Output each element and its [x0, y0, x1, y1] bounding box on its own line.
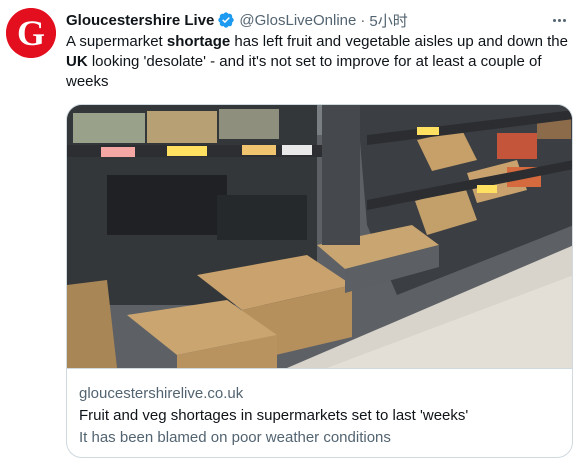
card-title[interactable]: Fruit and veg shortages in supermarkets … — [79, 407, 468, 424]
more-options-icon[interactable] — [548, 10, 570, 30]
hashtag-shortage[interactable]: shortage — [167, 33, 230, 50]
tweet-text-part: looking 'desolate' - and it's not set to… — [66, 53, 542, 90]
tweet-header: Gloucestershire Live @GlosLiveOnline · 5… — [66, 10, 408, 30]
card-domain[interactable]: gloucestershirelive.co.uk — [79, 385, 243, 402]
timestamp[interactable]: 5小时 — [369, 10, 407, 31]
card-description: It has been blamed on poor weather condi… — [79, 429, 391, 446]
gloucestershire-live-logo-icon: G — [6, 8, 56, 58]
tweet[interactable]: G Gloucestershire Live @GlosLiveOnline ·… — [0, 0, 581, 466]
tweet-text: A supermarket shortage has left fruit an… — [66, 32, 576, 92]
hashtag-uk[interactable]: UK — [66, 53, 88, 70]
link-card-info[interactable]: gloucestershirelive.co.uk Fruit and veg … — [67, 368, 572, 457]
tweet-text-part: has left fruit and vegetable aisles up a… — [230, 33, 568, 50]
separator-dot: · — [360, 11, 366, 29]
user-handle[interactable]: @GlosLiveOnline — [239, 12, 356, 29]
avatar-letter: G — [17, 13, 45, 53]
verified-badge-icon — [217, 11, 235, 29]
tweet-text-part: A supermarket — [66, 33, 167, 50]
empty-supermarket-shelves-photo[interactable] — [67, 105, 572, 368]
link-card[interactable]: gloucestershirelive.co.uk Fruit and veg … — [66, 104, 573, 458]
shelves-photo-illustration — [67, 105, 572, 368]
display-name[interactable]: Gloucestershire Live — [66, 12, 214, 29]
avatar[interactable]: G — [6, 8, 56, 58]
